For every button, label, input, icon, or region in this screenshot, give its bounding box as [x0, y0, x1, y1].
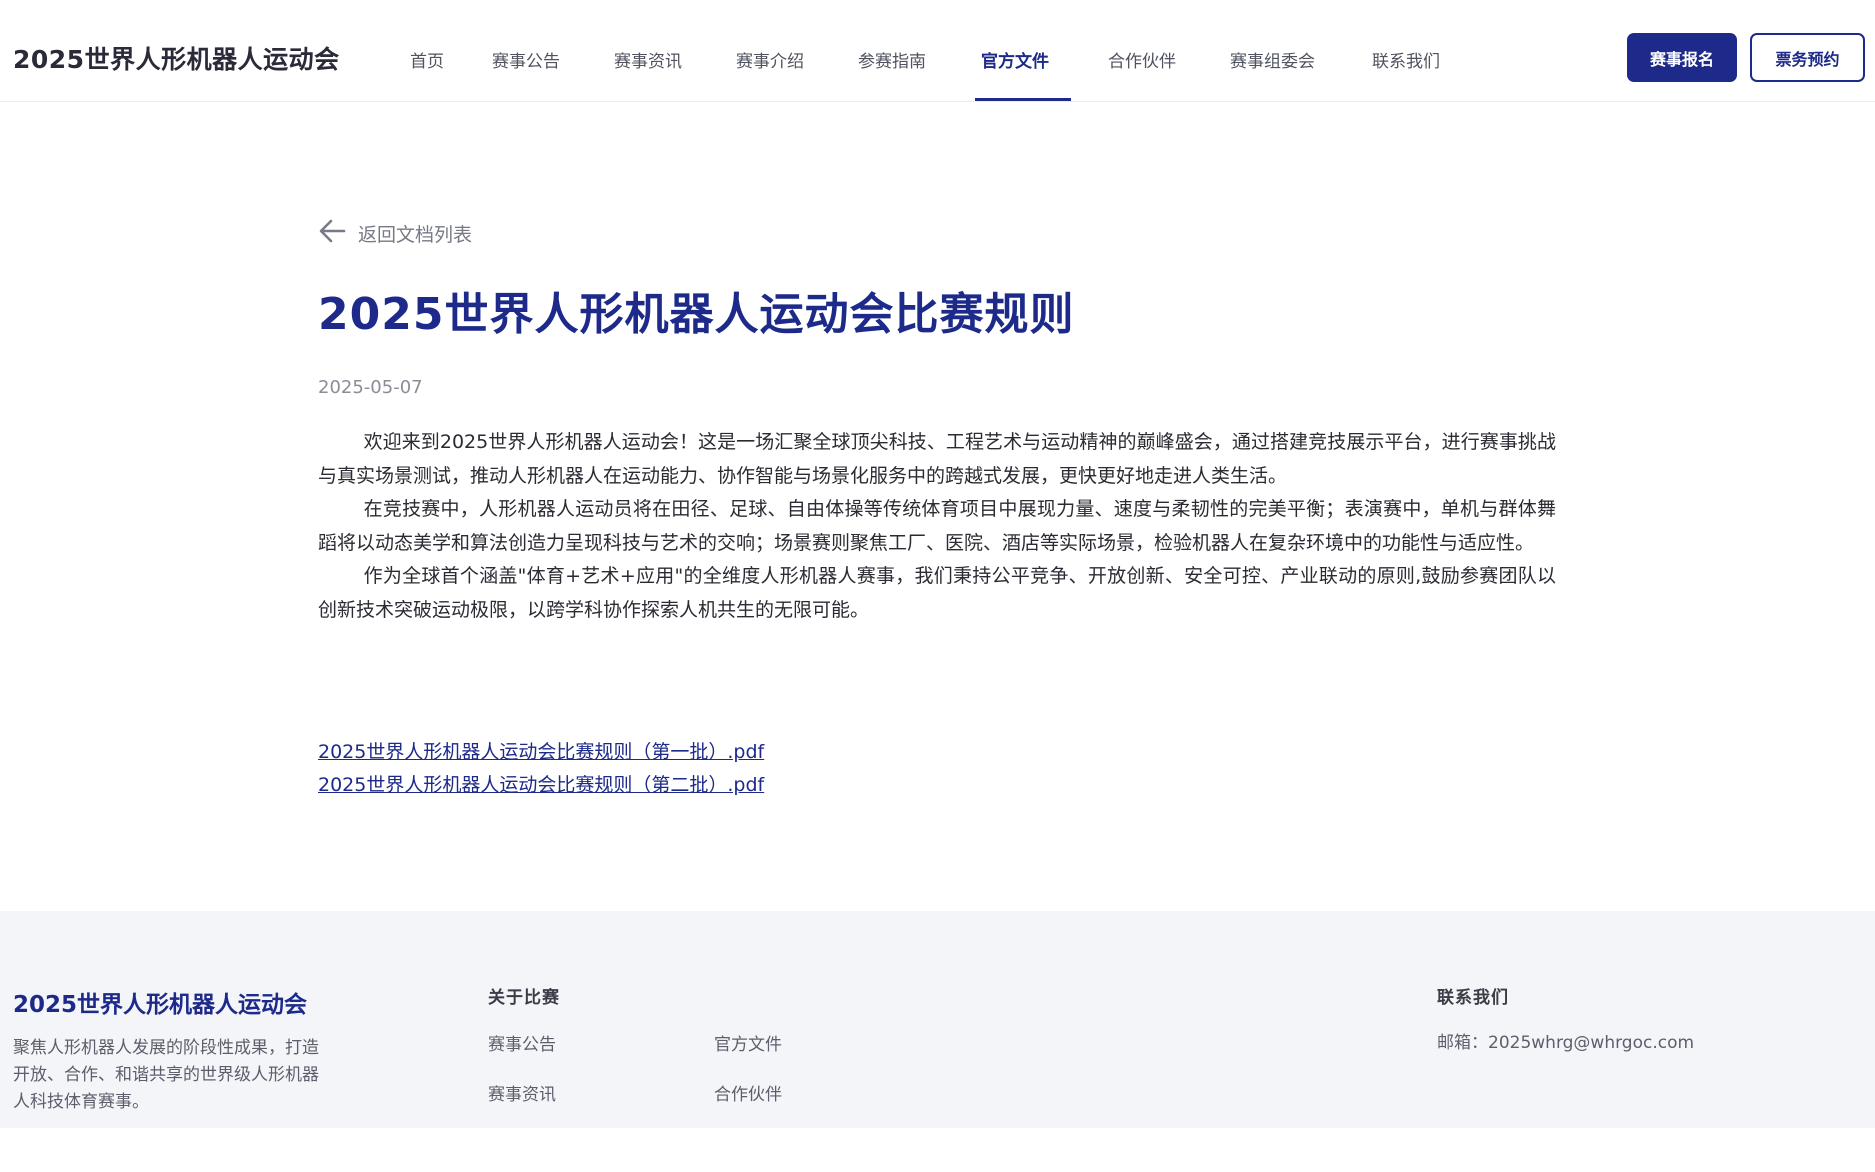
attachment-list: 2025世界人形机器人运动会比赛规则（第一批）.pdf 2025世界人形机器人运… [318, 736, 764, 802]
footer-description: 聚焦人形机器人发展的阶段性成果，打造开放、合作、和谐共享的世界级人形机器人科技体… [13, 1038, 319, 1112]
nav-item-contact[interactable]: 联系我们 [1372, 47, 1440, 72]
nav-item-introduction[interactable]: 赛事介绍 [736, 47, 804, 72]
publish-date: 2025-05-07 [318, 377, 423, 398]
back-link-label: 返回文档列表 [358, 223, 473, 246]
attachment-link-batch-2[interactable]: 2025世界人形机器人运动会比赛规则（第二批）.pdf [318, 769, 764, 802]
register-button[interactable]: 赛事报名 [1627, 33, 1737, 82]
attachment-link-batch-1[interactable]: 2025世界人形机器人运动会比赛规则（第一批）.pdf [318, 736, 764, 769]
footer-link-official-documents[interactable]: 官方文件 [714, 1030, 782, 1055]
nav-item-partners[interactable]: 合作伙伴 [1108, 47, 1176, 72]
article-paragraph: 在竞技赛中，人形机器人运动员将在田径、足球、自由体操等传统体育项目中展现力量、速… [318, 498, 1556, 554]
nav-item-home[interactable]: 首页 [410, 47, 444, 72]
nav-item-news[interactable]: 赛事资讯 [614, 47, 682, 72]
footer-link-partners[interactable]: 合作伙伴 [714, 1080, 782, 1105]
nav-item-announcements[interactable]: 赛事公告 [492, 47, 560, 72]
footer-contact-heading: 联系我们 [1437, 988, 1509, 1008]
back-to-list-link[interactable]: 返回文档列表 [318, 218, 472, 248]
nav-active-indicator [975, 98, 1071, 101]
footer-link-news[interactable]: 赛事资讯 [488, 1080, 556, 1105]
page-title: 2025世界人形机器人运动会比赛规则 [318, 289, 1075, 340]
arrow-left-icon [318, 218, 346, 248]
article-paragraph: 作为全球首个涵盖"体育+艺术+应用"的全维度人形机器人赛事，我们秉持公平竞争、开… [318, 565, 1556, 621]
footer-link-announcements[interactable]: 赛事公告 [488, 1030, 556, 1055]
nav-item-official-documents[interactable]: 官方文件 [981, 47, 1049, 72]
site-footer: 2025世界人形机器人运动会 聚焦人形机器人发展的阶段性成果，打造开放、合作、和… [0, 911, 1875, 1128]
site-brand[interactable]: 2025世界人形机器人运动会 [13, 40, 340, 76]
ticket-booking-button[interactable]: 票务预约 [1750, 33, 1865, 82]
article-body: 欢迎来到2025世界人形机器人运动会！这是一场汇聚全球顶尖科技、工程艺术与运动精… [318, 426, 1556, 627]
article-paragraph: 欢迎来到2025世界人形机器人运动会！这是一场汇聚全球顶尖科技、工程艺术与运动精… [318, 431, 1556, 487]
footer-about-heading: 关于比赛 [488, 988, 560, 1008]
footer-contact-email[interactable]: 邮箱：2025whrg@whrgoc.com [1437, 1028, 1694, 1053]
site-header: 2025世界人形机器人运动会 首页 赛事公告 赛事资讯 赛事介绍 参赛指南 官方… [0, 0, 1875, 102]
nav-item-committee[interactable]: 赛事组委会 [1230, 47, 1315, 72]
footer-brand: 2025世界人形机器人运动会 [13, 992, 308, 1018]
nav-item-guide[interactable]: 参赛指南 [858, 47, 926, 72]
